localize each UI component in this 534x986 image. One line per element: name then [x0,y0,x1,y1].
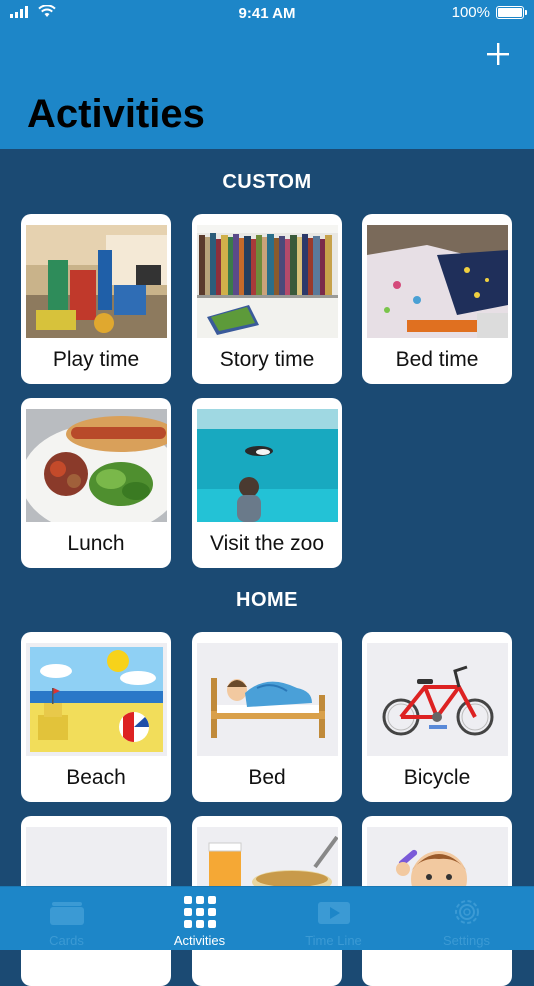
video-icon [317,902,350,924]
card-bed-time[interactable]: Bed time [362,214,512,384]
section-title-home: HOME [236,589,298,611]
card-label: Lunch [67,532,125,555]
header: 9:41 AM 100% Activities [0,0,534,149]
card-visit-the-zoo[interactable]: Visit the zoo [192,398,342,568]
tab-activities[interactable]: Activities [133,887,266,950]
photo-visit-the-zoo [197,409,338,522]
photo-bed-time [367,225,508,338]
illustration-beach [26,643,167,756]
tab-cards[interactable]: Cards [0,887,133,950]
card-label: Play time [52,348,140,371]
illustration-bed [197,643,338,756]
card-story-time[interactable]: Story time [192,214,342,384]
card-beach[interactable]: Beach [21,632,171,802]
card-label: Bed [248,766,286,789]
tab-label: Time Line [305,933,362,948]
plus-icon[interactable] [484,40,512,68]
status-bar: 9:41 AM 100% [0,0,534,28]
card-bicycle[interactable]: Bicycle [362,632,512,802]
gear-icon [454,900,479,924]
card-lunch[interactable]: Lunch [21,398,171,568]
card-label: Story time [219,348,315,371]
tab-label: Settings [443,933,490,948]
card-label: Bicycle [403,766,471,789]
tab-label: Cards [49,933,84,948]
cards-icon [49,902,84,925]
photo-play-time [26,225,167,338]
tab-label: Activities [173,933,226,948]
illustration-bicycle [367,643,508,756]
grid-icon [183,896,216,928]
tab-time-line[interactable]: Time Line [267,887,400,950]
page-title: Activities [27,92,205,136]
tab-settings[interactable]: Settings [400,887,533,950]
battery-icon [496,6,527,19]
tab-bar: Cards Activities Time Line Settings [0,886,534,950]
card-bed[interactable]: Bed [192,632,342,802]
photo-story-time [197,225,338,338]
card-label: Visit the zoo [209,532,324,555]
status-right: 100% [451,4,527,21]
card-label: Bed time [395,348,479,371]
photo-lunch [26,409,167,522]
battery-percent: 100% [451,4,490,21]
card-play-time[interactable]: Play time [21,214,171,384]
section-title-custom: CUSTOM [222,171,312,193]
card-label: Beach [66,766,126,789]
